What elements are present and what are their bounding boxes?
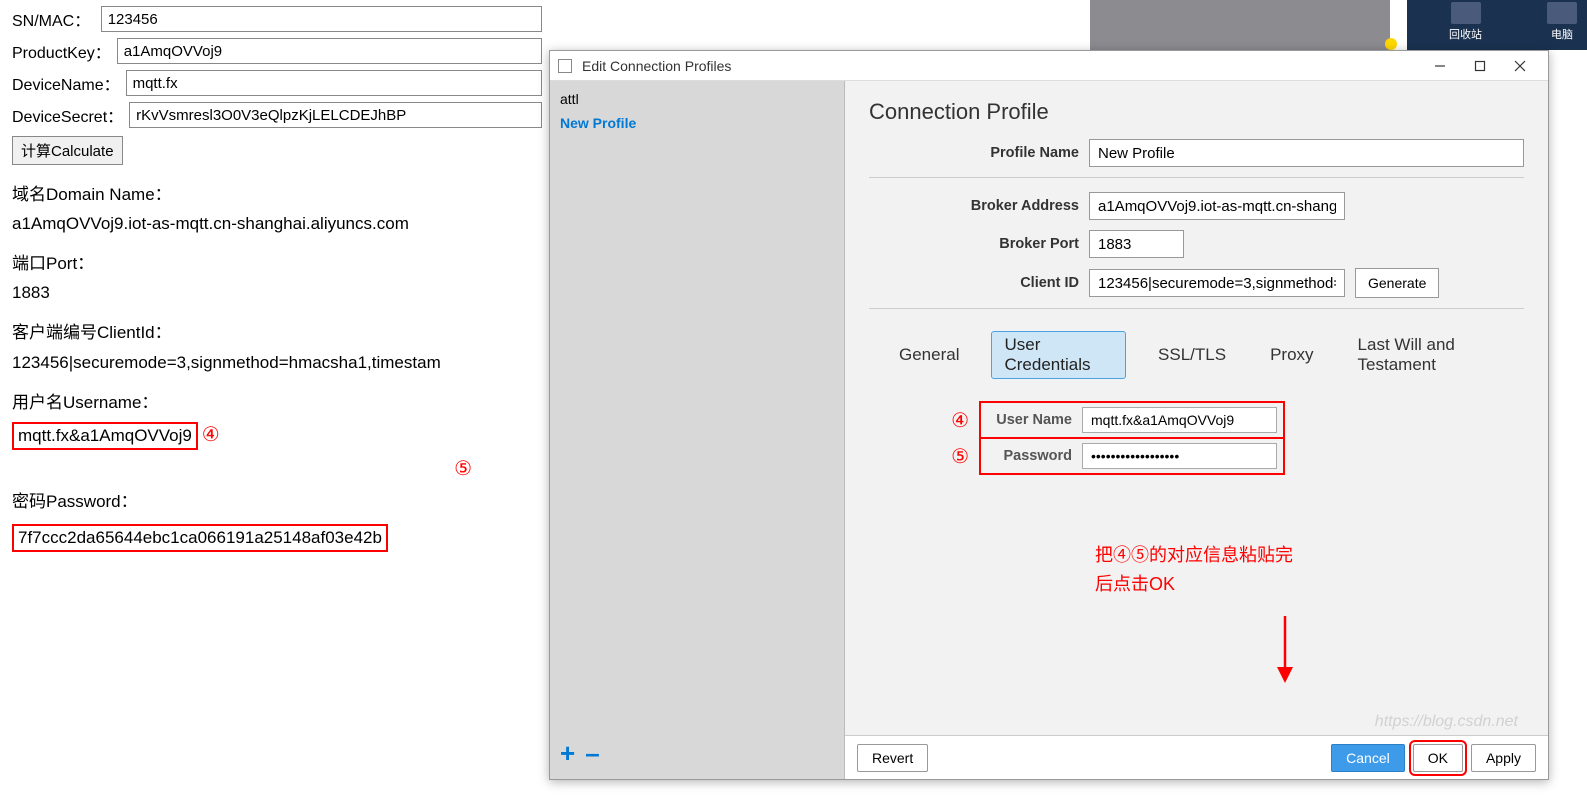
remove-profile-icon[interactable]: – [585,738,599,769]
devicename-label: DeviceName： [12,71,120,95]
client-id-input[interactable] [1089,269,1345,297]
client-id-label: Client ID [869,275,1079,291]
broker-port-label: Broker Port [869,236,1079,252]
domain-label: 域名Domain Name： [12,181,542,208]
dialog-title: Edit Connection Profiles [582,58,1420,74]
arrow-down-icon [1265,611,1305,691]
productkey-label: ProductKey： [12,39,111,63]
tab-ssl-tls[interactable]: SSL/TLS [1146,342,1238,368]
dialog-button-bar: Revert Cancel OK Apply [845,735,1548,779]
broker-port-input[interactable] [1089,230,1184,258]
dialog-titlebar: Edit Connection Profiles [550,51,1548,81]
window-maximize-icon[interactable] [1460,51,1500,81]
desktop-recycle-label: 回收站 [1449,29,1482,41]
divider [869,177,1524,178]
password-label-dialog: Password [987,448,1072,464]
generate-button[interactable]: Generate [1355,268,1439,298]
apply-button[interactable]: Apply [1471,744,1536,772]
tab-lwt[interactable]: Last Will and Testament [1346,332,1524,378]
username-value-boxed: mqtt.fx&a1AmqOVVoj9 [12,422,198,450]
profiles-sidebar: attl New Profile + – [550,81,845,779]
tab-user-credentials[interactable]: User Credentials [991,331,1126,379]
annotation-line-2: 后点击OK [1095,570,1293,599]
devicesecret-label: DeviceSecret： [12,103,123,127]
tab-general[interactable]: General [887,342,971,368]
domain-value: a1AmqOVVoj9.iot-as-mqtt.cn-shanghai.aliy… [12,214,542,234]
clientid-value: 123456|securemode=3,signmethod=hmacsha1,… [12,353,542,373]
edit-connection-profiles-dialog: Edit Connection Profiles attl New Profil… [549,50,1549,780]
window-minimize-icon[interactable] [1420,51,1460,81]
desktop-computer-icon[interactable]: 电脑 [1547,2,1577,42]
broker-address-input[interactable] [1089,192,1345,220]
port-label: 端口Port： [12,250,542,277]
add-profile-icon[interactable]: + [560,738,575,769]
profile-name-label: Profile Name [869,145,1079,161]
broker-address-label: Broker Address [869,198,1079,214]
mark-5-left: ⑤ [454,458,472,480]
mark-4-dialog: ④ [869,408,979,433]
productkey-input[interactable] [117,38,542,64]
desktop-computer-label: 电脑 [1551,29,1573,41]
annotation-line-1: 把④⑤的对应信息粘贴完 [1095,541,1293,570]
watermark: https://blog.csdn.net [1375,713,1518,731]
notification-dot-icon [1385,38,1397,50]
tabs: General User Credentials SSL/TLS Proxy L… [887,331,1524,379]
desktop-recycle-icon[interactable]: 回收站 [1449,2,1482,42]
window-close-icon[interactable] [1500,51,1540,81]
ok-button[interactable]: OK [1413,744,1463,772]
revert-button[interactable]: Revert [857,744,928,772]
port-value: 1883 [12,283,542,303]
mark-4-left: ④ [202,424,220,446]
devicesecret-input[interactable] [129,102,542,128]
username-input[interactable] [1082,407,1277,433]
sidebar-item-attl[interactable]: attl [550,87,844,111]
profile-name-input[interactable] [1089,139,1524,167]
background-gray-strip [1090,0,1390,50]
device-info-panel: SN/MAC： ProductKey： DeviceName： DeviceSe… [12,6,542,552]
cancel-button[interactable]: Cancel [1331,744,1405,772]
annotation-note: 把④⑤的对应信息粘贴完 后点击OK [1095,541,1293,599]
calculate-button[interactable]: 计算Calculate [12,136,123,165]
sn-label: SN/MAC： [12,7,95,31]
password-value-boxed: 7f7ccc2da65644ebc1ca066191a25148af03e42b [12,524,388,552]
password-input[interactable] [1082,443,1277,469]
sn-input[interactable] [101,6,542,32]
divider-2 [869,308,1524,309]
username-label-dialog: User Name [987,412,1072,428]
mark-5-dialog: ⑤ [869,444,979,469]
clientid-label: 客户端编号ClientId： [12,319,542,346]
sidebar-item-new-profile[interactable]: New Profile [550,111,844,135]
section-heading: Connection Profile [869,99,1524,125]
tab-proxy[interactable]: Proxy [1258,342,1325,368]
username-label: 用户名Username： [12,389,542,416]
password-label: 密码Password： [12,487,542,512]
profile-editor: Connection Profile Profile Name Broker A… [845,81,1548,779]
app-icon [558,59,572,73]
devicename-input[interactable] [126,70,542,96]
